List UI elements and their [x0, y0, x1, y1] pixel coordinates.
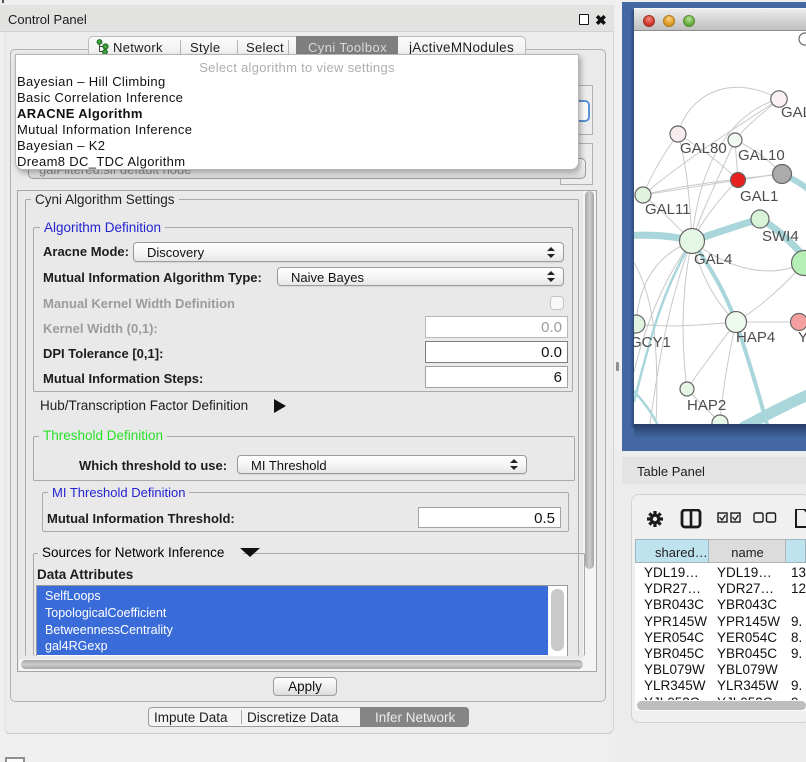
- svg-text:HAP4: HAP4: [736, 329, 775, 346]
- svg-text:GAL1: GAL1: [740, 188, 778, 205]
- svg-text:GAL11: GAL11: [645, 201, 691, 218]
- svg-text:HAP2: HAP2: [687, 397, 726, 414]
- svg-text:GAL80: GAL80: [680, 140, 727, 157]
- svg-text:GAL10: GAL10: [738, 147, 785, 164]
- svg-text:SWI4: SWI4: [762, 228, 799, 245]
- svg-text:GCY1: GCY1: [634, 334, 671, 351]
- svg-text:GAL: GAL: [781, 104, 806, 121]
- svg-text:GAL4: GAL4: [694, 251, 732, 268]
- svg-text:Y: Y: [798, 329, 806, 346]
